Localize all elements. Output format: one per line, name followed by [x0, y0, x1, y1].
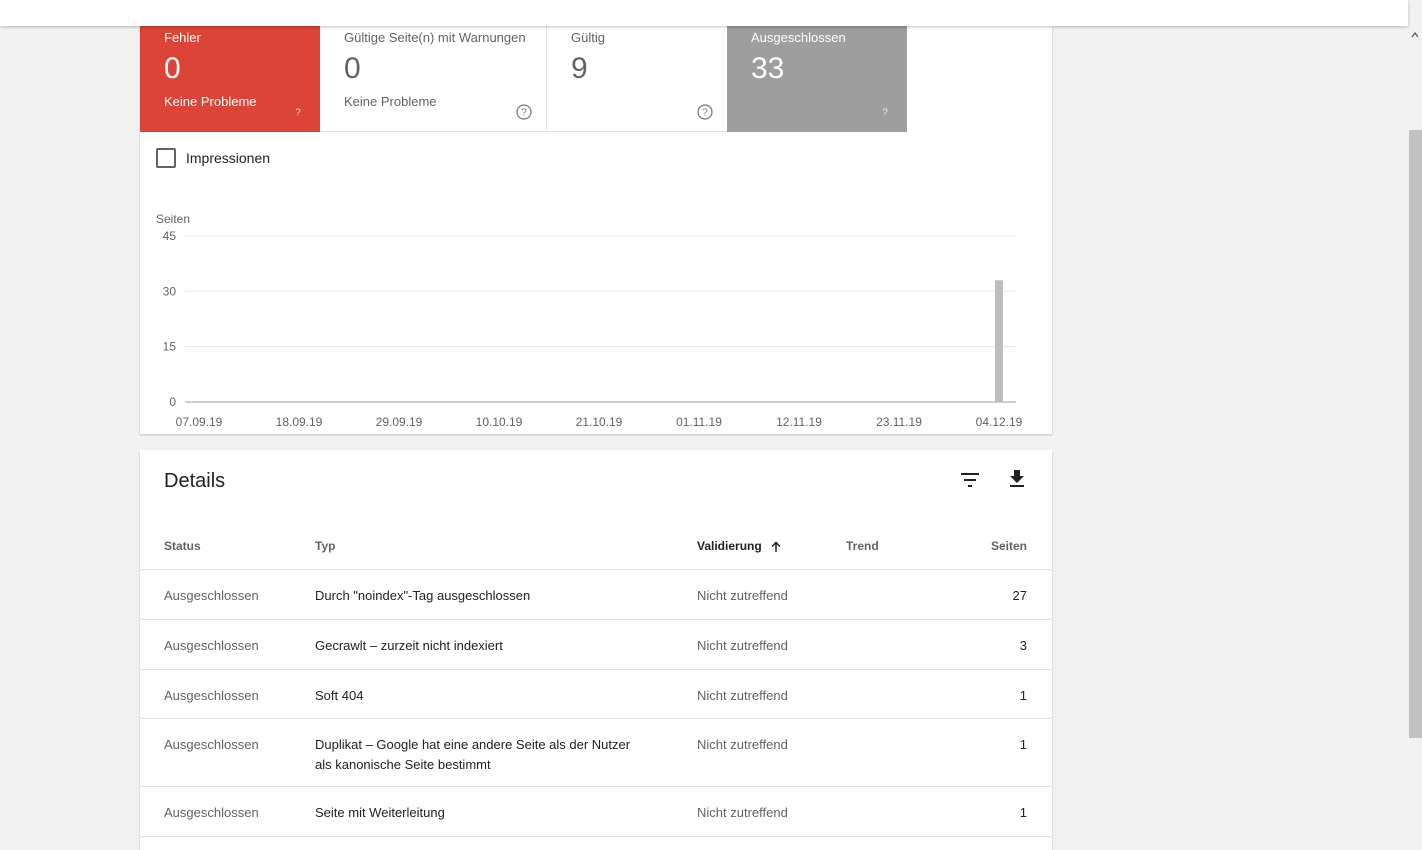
- impressions-checkbox[interactable]: [156, 148, 176, 168]
- row-pages: 27: [1012, 588, 1027, 603]
- svg-text:?: ?: [882, 108, 888, 119]
- y-tick-label: 0: [169, 395, 176, 409]
- svg-text:?: ?: [295, 108, 301, 119]
- tile-warnings[interactable]: Gültige Seite(n) mit Warnungen 0 Keine P…: [320, 20, 547, 132]
- help-circle-icon[interactable]: ?: [877, 104, 893, 120]
- row-status: Ausgeschlossen: [164, 688, 259, 703]
- svg-text:?: ?: [521, 108, 527, 119]
- row-validation: Nicht zutreffend: [697, 737, 788, 752]
- top-bar: [0, 0, 1408, 26]
- x-tick-label: 29.09.19: [376, 415, 423, 429]
- y-axis-label: Seiten: [156, 212, 190, 226]
- row-pages: 3: [1019, 638, 1027, 653]
- impressions-label: Impressionen: [186, 150, 271, 166]
- x-tick-label: 07.09.19: [176, 415, 223, 429]
- arrow-up-icon: [771, 541, 781, 552]
- x-tick-label: 23.11.19: [876, 415, 922, 429]
- tile-errors-value: 0: [164, 52, 181, 85]
- column-pages[interactable]: Seiten: [991, 522, 1027, 570]
- x-tick-label: 10.10.19: [476, 415, 523, 429]
- tile-warnings-label: Gültige Seite(n) mit Warnungen: [344, 30, 526, 45]
- scrollbar-thumb[interactable]: [1409, 130, 1422, 738]
- row-status: Ausgeschlossen: [164, 737, 259, 752]
- row-status: Ausgeschlossen: [164, 638, 259, 653]
- x-tick-label: 01.11.19: [676, 415, 722, 429]
- x-tick-label: 04.12.19: [976, 415, 1023, 429]
- y-tick-label: 15: [163, 340, 177, 354]
- chart-bar[interactable]: [995, 280, 1003, 402]
- column-validation-label: Validierung: [697, 539, 762, 553]
- details-card: Details Status Typ Validierung Trend Sei…: [140, 450, 1052, 850]
- row-validation: Nicht zutreffend: [697, 688, 788, 703]
- filter-icon[interactable]: [958, 468, 982, 492]
- tile-valid[interactable]: Gültig 9 ?: [547, 20, 727, 132]
- scroll-up-icon[interactable]: [1410, 30, 1420, 40]
- coverage-card: Fehler 0 Keine Probleme ? Gültige Seite(…: [140, 20, 1052, 434]
- tile-valid-value: 9: [571, 52, 588, 85]
- column-type[interactable]: Typ: [315, 522, 335, 570]
- row-validation: Nicht zutreffend: [697, 588, 788, 603]
- x-tick-label: 21.10.19: [576, 415, 623, 429]
- row-status: Ausgeschlossen: [164, 805, 259, 820]
- tile-excluded-value: 33: [751, 52, 785, 85]
- tile-errors[interactable]: Fehler 0 Keine Probleme ?: [140, 20, 320, 132]
- column-validation[interactable]: Validierung: [697, 522, 782, 570]
- tile-excluded[interactable]: Ausgeschlossen 33 ?: [727, 20, 907, 132]
- row-type: Durch "noindex"-Tag ausgeschlossen: [315, 588, 531, 603]
- details-title: Details: [164, 470, 226, 492]
- row-status: Ausgeschlossen: [164, 588, 259, 603]
- row-type: Seite mit Weiterleitung: [315, 805, 445, 820]
- table-row[interactable]: Ausgeschlossen Duplikat – Google hat ein…: [140, 719, 1052, 787]
- column-trend[interactable]: Trend: [846, 522, 879, 570]
- row-pages: 1: [1019, 688, 1027, 703]
- y-tick-label: 30: [163, 284, 177, 298]
- tile-valid-label: Gültig: [571, 30, 605, 45]
- table-row[interactable]: Ausgeschlossen Durch "noindex"-Tag ausge…: [140, 570, 1052, 620]
- tile-excluded-label: Ausgeschlossen: [751, 30, 846, 45]
- svg-text:?: ?: [702, 108, 708, 119]
- row-validation: Nicht zutreffend: [697, 805, 788, 820]
- impressions-toggle[interactable]: Impressionen: [156, 148, 270, 168]
- column-status[interactable]: Status: [164, 522, 201, 570]
- help-circle-icon[interactable]: ?: [697, 104, 713, 120]
- x-tick-label: 18.09.19: [276, 415, 323, 429]
- row-pages: 1: [1019, 805, 1027, 820]
- row-validation: Nicht zutreffend: [697, 638, 788, 653]
- table-header: Status Typ Validierung Trend Seiten: [140, 522, 1052, 570]
- y-tick-label: 45: [163, 229, 177, 243]
- tile-errors-label: Fehler: [164, 30, 201, 45]
- tile-errors-sub: Keine Probleme: [164, 94, 257, 109]
- table-row[interactable]: Ausgeschlossen Soft 404 Nicht zutreffend…: [140, 670, 1052, 719]
- table-row[interactable]: Ausgeschlossen Gecrawlt – zurzeit nicht …: [140, 620, 1052, 670]
- download-icon[interactable]: [1005, 467, 1029, 491]
- tile-warnings-sub: Keine Probleme: [344, 94, 437, 109]
- tile-warnings-value: 0: [344, 52, 361, 85]
- row-type: Gecrawlt – zurzeit nicht indexiert: [315, 638, 503, 653]
- pages-chart: Seiten 45 30 15 0 07.09.19 18.09.19 29.09.19 1…: [156, 212, 1023, 429]
- help-circle-icon[interactable]: ?: [290, 104, 306, 120]
- x-tick-label: 12.11.19: [776, 415, 822, 429]
- row-pages: 1: [1019, 737, 1027, 752]
- help-circle-icon[interactable]: ?: [516, 104, 532, 120]
- row-type: Soft 404: [315, 688, 364, 703]
- row-type: Duplikat – Google hat eine andere Seite …: [315, 737, 631, 772]
